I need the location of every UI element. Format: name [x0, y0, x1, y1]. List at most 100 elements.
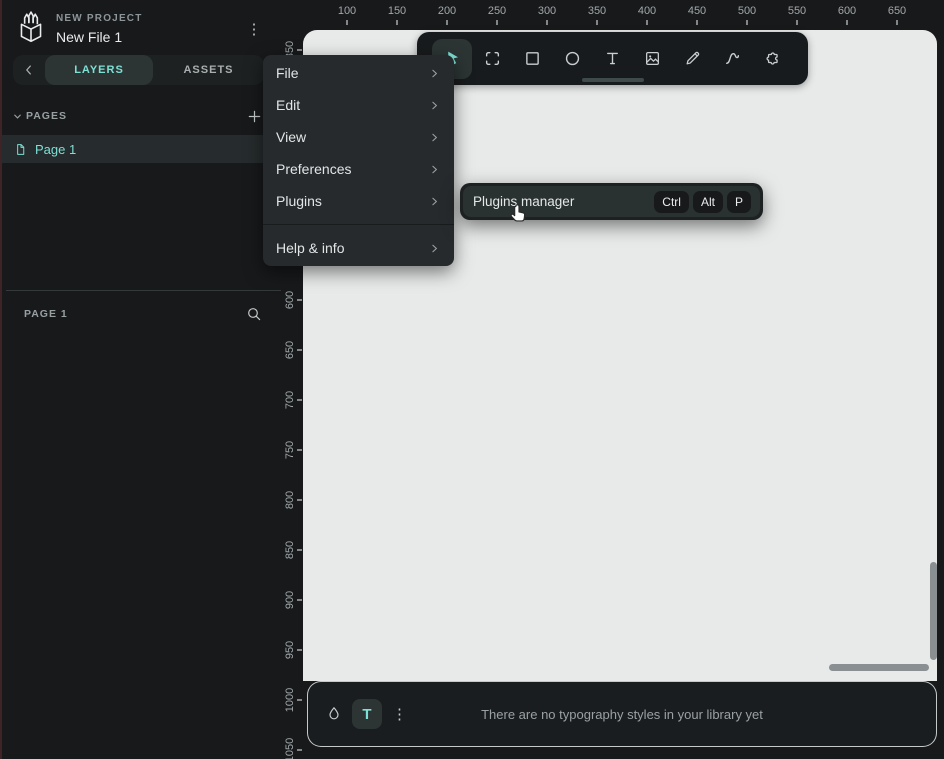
menu-item-plugins[interactable]: Plugins [263, 185, 454, 217]
ruler-tick [696, 20, 698, 25]
chevron-right-icon [428, 163, 441, 176]
ruler-tick [546, 20, 548, 25]
plus-icon [247, 109, 262, 124]
ruler-label: 450 [688, 5, 706, 17]
main-menu: File Edit View Preferences Plugins Help … [263, 55, 454, 266]
menu-item-preferences[interactable]: Preferences [263, 153, 454, 185]
horizontal-scrollbar[interactable] [829, 664, 929, 671]
vertical-scrollbar[interactable] [930, 562, 937, 660]
menu-item-file[interactable]: File [263, 57, 454, 89]
file-options-kebab-icon[interactable]: ⋮ [245, 18, 263, 42]
ruler-label: 800 [284, 491, 296, 509]
penpot-logo-icon[interactable] [13, 10, 49, 46]
toolbar-drag-handle[interactable] [582, 78, 644, 82]
layers-section-header: PAGE 1 [0, 302, 281, 326]
ruler-label: 900 [284, 591, 296, 609]
ruler-tick [297, 749, 302, 751]
collapse-sidebar-button[interactable] [13, 55, 45, 85]
tool-image[interactable] [632, 39, 672, 79]
ruler-tick [746, 20, 748, 25]
menu-item-label: File [276, 65, 299, 81]
shortcut-keys: Ctrl Alt P [654, 191, 751, 213]
toolbar [417, 32, 808, 85]
menu-item-help-info[interactable]: Help & info [263, 232, 454, 264]
ruler-label: 300 [538, 5, 556, 17]
ruler-label: 400 [638, 5, 656, 17]
chevron-left-icon [22, 63, 36, 77]
pages-section-title: PAGES [26, 110, 67, 122]
key-badge: Ctrl [654, 191, 689, 213]
tool-ellipse[interactable] [552, 39, 592, 79]
ruler-tick [297, 599, 302, 601]
ruler-tick [297, 349, 302, 351]
tool-rectangle[interactable] [512, 39, 552, 79]
sidebar-tabbar: LAYERS ASSETS [13, 55, 264, 85]
sidebar: NEW PROJECT New File 1 ⋮ LAYERS ASSETS P… [0, 0, 281, 759]
menu-item-edit[interactable]: Edit [263, 89, 454, 121]
ruler-label: 350 [588, 5, 606, 17]
menu-item-view[interactable]: View [263, 121, 454, 153]
ruler-tick [346, 20, 348, 25]
tool-plugins[interactable] [752, 39, 792, 79]
sidebar-header: NEW PROJECT New File 1 ⋮ [0, 0, 281, 54]
ruler-tick [297, 399, 302, 401]
ruler-tick [846, 20, 848, 25]
ruler-tick [596, 20, 598, 25]
ruler-label: 600 [284, 291, 296, 309]
tool-board[interactable] [472, 39, 512, 79]
page-document-icon [14, 143, 27, 156]
search-icon [246, 306, 262, 322]
menu-item-label: Edit [276, 97, 300, 113]
menu-item-label: View [276, 129, 306, 145]
ruler-tick [297, 699, 302, 701]
file-name: New File 1 [56, 29, 122, 45]
ruler-label: 850 [284, 541, 296, 559]
ruler-label: 950 [284, 641, 296, 659]
ruler-tick [297, 549, 302, 551]
tool-pen[interactable] [672, 39, 712, 79]
ruler-tick [646, 20, 648, 25]
tool-text[interactable] [592, 39, 632, 79]
ruler-tick [297, 299, 302, 301]
sidebar-divider [6, 290, 281, 291]
ruler-tick [297, 649, 302, 651]
tab-assets[interactable]: ASSETS [153, 55, 264, 85]
hand-cursor-icon [506, 202, 532, 228]
typography-options-kebab-icon[interactable]: ⋮ [392, 705, 406, 723]
ruler-label: 550 [788, 5, 806, 17]
pages-section-header: PAGES [0, 104, 281, 128]
chevron-right-icon [428, 131, 441, 144]
typography-panel: There are no typography styles in your l… [307, 681, 937, 747]
add-page-button[interactable] [245, 107, 263, 125]
ruler-tick [297, 499, 302, 501]
color-droplet-icon[interactable] [326, 706, 342, 722]
ruler-label: 500 [738, 5, 756, 17]
chevron-right-icon [428, 99, 441, 112]
search-layers-button[interactable] [244, 304, 264, 324]
chevron-down-icon[interactable] [12, 111, 23, 122]
chevron-right-icon [428, 195, 441, 208]
key-badge: Alt [693, 191, 723, 213]
tool-curve[interactable] [712, 39, 752, 79]
chevron-right-icon [428, 242, 441, 255]
ruler-label: 650 [284, 341, 296, 359]
typography-tab-button[interactable]: T [352, 699, 382, 729]
menu-separator [263, 224, 454, 225]
menu-item-label: Preferences [276, 161, 351, 177]
ruler-label: 750 [284, 441, 296, 459]
ruler-tick [297, 449, 302, 451]
ruler-label: 150 [388, 5, 406, 17]
ruler-label: 250 [488, 5, 506, 17]
window-edge-strip [0, 0, 2, 759]
ruler-tick [896, 20, 898, 25]
page-list-item[interactable]: Page 1 [0, 135, 281, 163]
ruler-label: 1050 [284, 738, 296, 759]
ruler-tick [796, 20, 798, 25]
toolbar-tools [432, 39, 792, 79]
ruler-label: 700 [284, 391, 296, 409]
menu-item-label: Help & info [276, 240, 344, 256]
ruler-label: 1000 [284, 688, 296, 712]
layers-section-title: PAGE 1 [24, 308, 68, 320]
tab-layers[interactable]: LAYERS [45, 55, 153, 85]
ruler-label: 600 [838, 5, 856, 17]
